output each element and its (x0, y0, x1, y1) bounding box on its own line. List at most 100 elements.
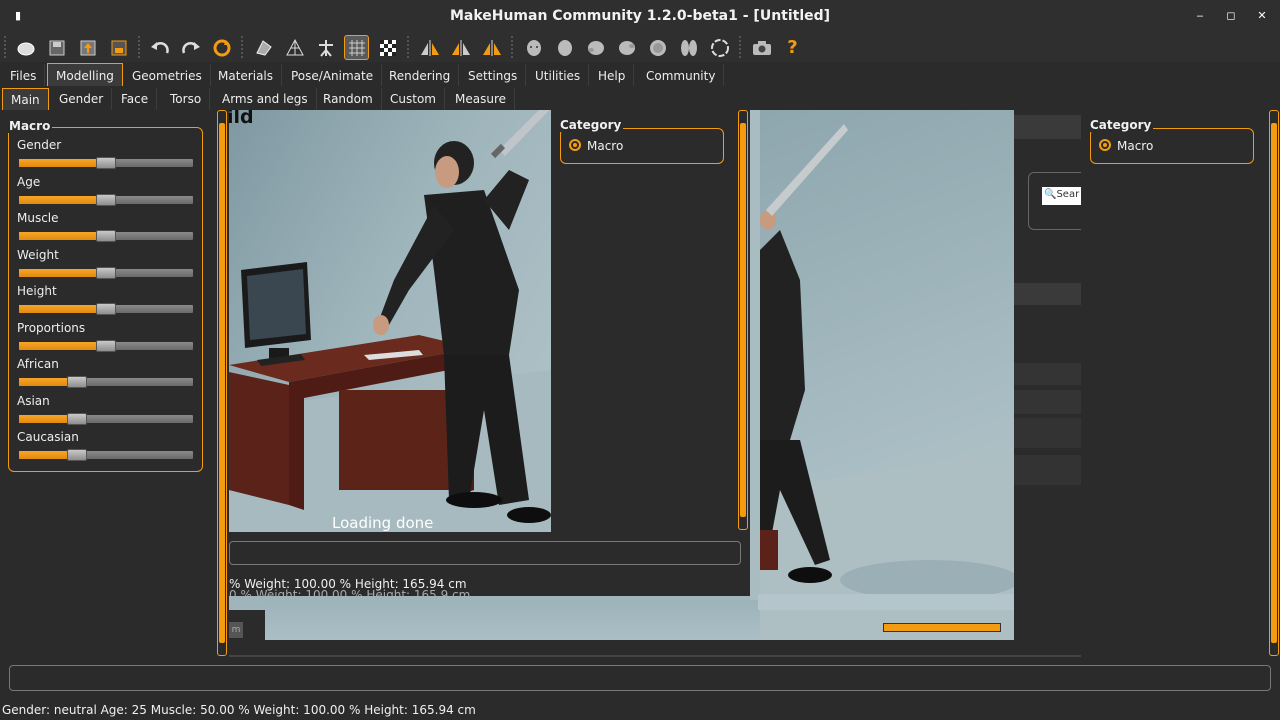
tab-pose-animate[interactable]: Pose/Animate (283, 64, 383, 86)
slider-handle[interactable] (96, 157, 116, 169)
grid-icon[interactable] (344, 35, 369, 60)
age-slider[interactable] (19, 193, 193, 206)
african-slider[interactable] (19, 376, 193, 388)
save-icon[interactable] (44, 35, 69, 60)
tab-utilities[interactable]: Utilities (527, 64, 590, 86)
tab-community[interactable]: Community (638, 64, 725, 86)
scrollbar-thumb[interactable] (219, 123, 225, 643)
scrollbar-thumb[interactable] (740, 123, 746, 517)
macro-option[interactable]: Macro (1117, 139, 1153, 153)
tab-help[interactable]: Help (590, 64, 635, 86)
left-view-icon[interactable] (583, 35, 608, 60)
export-icon[interactable] (106, 35, 131, 60)
scrollbar-thumb[interactable] (1271, 123, 1277, 643)
new-file-icon[interactable] (13, 35, 38, 60)
slider-handle[interactable] (96, 303, 116, 315)
slider-label-gender: Gender (17, 138, 62, 152)
redo-icon[interactable] (178, 35, 203, 60)
subtab-custom[interactable]: Custom (382, 88, 445, 110)
skeleton-icon[interactable] (313, 35, 338, 60)
slider-handle[interactable] (66, 376, 87, 388)
tab-settings[interactable]: Settings (460, 64, 527, 86)
back-view-icon[interactable] (552, 35, 577, 60)
toolbar-separator (739, 36, 741, 58)
height-slider[interactable] (19, 303, 193, 315)
top-view-icon[interactable] (645, 35, 670, 60)
slider-handle[interactable] (96, 230, 116, 242)
help-question-icon[interactable]: ? (780, 35, 805, 60)
slider-row-proportions: Proportions (17, 321, 195, 357)
tab-geometries[interactable]: Geometries (124, 64, 211, 86)
subtab-main[interactable]: Main (2, 88, 49, 110)
macro-radio[interactable] (1099, 139, 1111, 151)
right-view-icon[interactable] (614, 35, 639, 60)
middle-panel: Category Macro (551, 110, 737, 530)
ghost-search-field[interactable]: 🔍Sear (1042, 187, 1082, 205)
category-group (1090, 128, 1254, 164)
slider-handle[interactable] (96, 339, 116, 352)
symmetry-icon[interactable] (479, 35, 504, 60)
close-button[interactable]: ✕ (1254, 8, 1270, 24)
tab-rendering[interactable]: Rendering (381, 64, 460, 86)
command-input[interactable] (9, 665, 1271, 691)
slider-row-african: African (17, 357, 195, 393)
caucasian-slider[interactable] (19, 449, 193, 461)
reset-camera-icon[interactable] (707, 35, 732, 60)
screenshot-camera-icon[interactable] (749, 35, 774, 60)
proportions-slider[interactable] (19, 339, 193, 352)
right-scrollbar[interactable] (1269, 110, 1279, 656)
ghost-command-input[interactable] (229, 541, 741, 565)
slider-fill (19, 268, 106, 277)
tab-materials[interactable]: Materials (210, 64, 283, 86)
wireframe-icon[interactable] (282, 35, 307, 60)
slider-label-african: African (17, 357, 59, 371)
toolbar: ? (0, 32, 1280, 62)
slider-handle[interactable] (66, 449, 87, 461)
toolbar-grip (4, 36, 6, 58)
slider-handle[interactable] (96, 266, 116, 279)
window-title: MakeHuman Community 1.2.0-beta1 - [Untit… (449, 8, 831, 24)
macro-radio-mid[interactable] (569, 139, 581, 151)
macro-option-mid[interactable]: Macro (587, 139, 623, 153)
weight-slider[interactable] (19, 266, 193, 279)
symmetry-left-icon[interactable] (448, 35, 473, 60)
bottom-view-icon[interactable] (676, 35, 701, 60)
slider-row-caucasian: Caucasian (17, 430, 195, 466)
middle-scrollbar[interactable] (738, 110, 748, 530)
viewport-ghost-bottom-strip (758, 594, 1024, 610)
slider-handle[interactable] (96, 193, 116, 206)
tab-modelling[interactable]: Modelling (47, 63, 123, 86)
slider-label-proportions: Proportions (17, 320, 86, 335)
viewport-ghost-edge (750, 110, 760, 600)
reset-icon[interactable] (209, 35, 234, 60)
slider-fill (19, 195, 106, 204)
subtab-torso[interactable]: Torso (162, 88, 211, 110)
maximize-button[interactable]: ◻ (1223, 8, 1239, 24)
smooth-icon[interactable] (251, 35, 276, 60)
minimize-button[interactable]: ‒ (1192, 8, 1208, 24)
undo-icon[interactable] (147, 35, 172, 60)
slider-label-caucasian: Caucasian (17, 430, 79, 444)
subtab-random[interactable]: Random (315, 88, 382, 110)
tab-files[interactable]: Files (2, 64, 46, 86)
macro-group-title: Macro (7, 119, 53, 133)
slider-handle[interactable] (66, 412, 87, 425)
viewport-left-scrollbar[interactable] (217, 110, 227, 656)
symmetry-right-icon[interactable] (417, 35, 442, 60)
subtab-face[interactable]: Face (113, 88, 158, 110)
load-icon[interactable] (75, 35, 100, 60)
subtab-gender[interactable]: Gender (51, 88, 113, 110)
3d-viewport-ghost[interactable] (760, 110, 1014, 640)
asian-slider[interactable] (19, 412, 193, 425)
category-title: Category (1088, 118, 1154, 132)
ghost-mini-button[interactable]: m (229, 622, 243, 638)
left-panel: Macro Gender Age Muscle Weight Height Proport… (0, 110, 215, 660)
muscle-slider[interactable] (19, 230, 193, 242)
3d-viewport[interactable]: ild Loading done (229, 110, 551, 532)
background-checker-icon[interactable] (375, 35, 400, 60)
subtab-measure[interactable]: Measure (447, 88, 515, 110)
front-view-icon[interactable] (521, 35, 546, 60)
category-group-mid (560, 128, 724, 164)
subtab-arms-and-legs[interactable]: Arms and legs (214, 88, 317, 110)
gender-slider[interactable] (19, 157, 193, 169)
